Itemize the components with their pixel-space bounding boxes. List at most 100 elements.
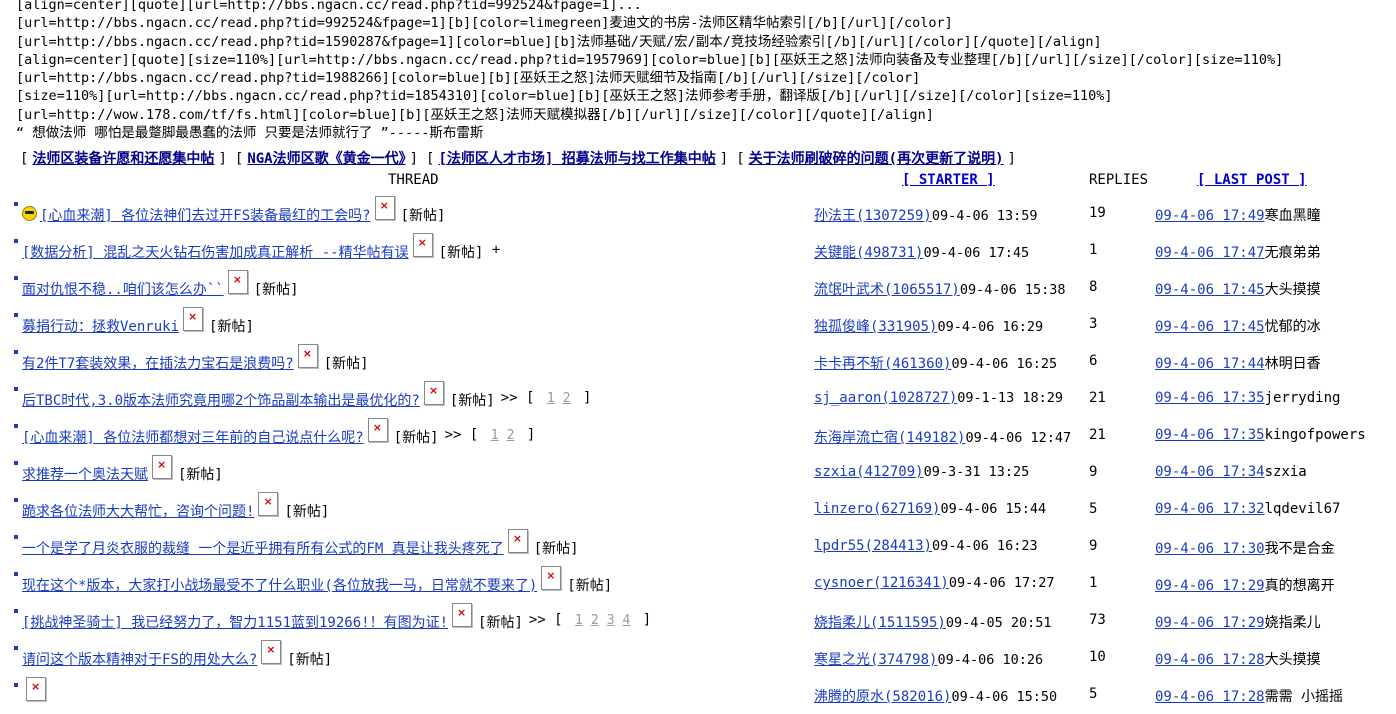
header-line: [align=center][quote][size=110%][url=htt… [16,51,1284,68]
start-date: 09-1-13 18:29 [957,390,1063,406]
page-link[interactable]: 2 [563,391,571,406]
thread-title-link[interactable]: 现在这个*版本，大家打小战场最受不了什么职业(各位放我一马，日常就不要来了) [22,575,537,595]
thread-row: 募捐行动：拯救Venruki [新帖] 独孤俊峰(331905)09-4-06 16… [0,307,1396,344]
thread-title-link[interactable]: 求推荐一个奥法天赋 [22,464,148,484]
page-link[interactable]: 1 [547,391,555,406]
starter-link[interactable]: 卡卡再不斩(461360) [814,356,951,372]
thread-title-link[interactable]: [心血来潮] 各位法神们去过开FS装备最红的工会吗? [40,205,371,225]
thread-title-link[interactable]: 跪求各位法师大大帮忙，咨询个问题! [22,501,254,521]
last-post-sort-link[interactable]: [ LAST POST ] [1197,172,1307,188]
last-post-link[interactable]: 09-4-06 17:35 [1155,390,1265,406]
page-link[interactable]: 1 [575,613,583,628]
start-date: 09-4-06 15:50 [951,689,1058,705]
starter-link[interactable]: linzero(627169) [814,501,940,517]
bracket-open: [ [426,151,435,167]
last-post-link[interactable]: 09-4-06 17:45 [1155,282,1265,298]
last-post-link[interactable]: 09-4-06 17:44 [1155,356,1265,372]
start-date: 09-4-06 12:47 [965,430,1072,446]
top-nav-link[interactable]: NGA法师区歌《黄金一代》 [247,151,405,167]
bbcode-header: [align=center][quote][url=http://bbs.nga… [16,0,1283,142]
starter-sort-link[interactable]: [ STARTER ] [902,172,995,188]
thread-cell: [心血来潮] 各位法神们去过开FS装备最红的工会吗? [新帖] [22,196,445,225]
starter-link[interactable]: 孙法王(1307259) [814,208,932,224]
top-nav-link[interactable]: 法师区装备许愿和还愿集中帖 [32,151,214,167]
thread-cell: 面对仇恨不稳..咱们该怎么办`` [新帖] [22,270,299,299]
thread-row: 现在这个*版本，大家打小战场最受不了什么职业(各位放我一马，日常就不要来了) [新… [0,566,1396,603]
new-post-tag: [新帖] [449,393,495,409]
last-post-link[interactable]: 09-4-06 17:47 [1155,245,1265,261]
top-nav-link[interactable]: [法师区人才市场] 招募法师与找工作集中帖 [438,151,715,167]
last-post-link[interactable]: 09-4-06 17:49 [1155,208,1265,224]
starter-cell: cysnoer(1216341)09-4-06 17:27 [814,575,1055,591]
starter-link[interactable]: 关键能(498731) [814,245,923,261]
broken-image-icon [507,529,528,553]
last-post-link[interactable]: 09-4-06 17:45 [1155,319,1265,335]
starter-link[interactable]: 沸腾的原水(582016) [814,689,951,705]
column-starter-header[interactable]: [ STARTER ] [902,172,995,188]
thread-title-link[interactable]: 一个是学了月炎衣服的裁缝 一个是近乎拥有所有公式的FM 真是让我头疼死了 [22,538,504,558]
thread-title-link[interactable]: 有2件T7套装效果，在插法力宝石是浪费吗? [22,353,294,373]
last-post-link[interactable]: 09-4-06 17:30 [1155,541,1265,557]
starter-link[interactable]: 寒星之光(374798) [814,652,937,668]
page-link[interactable]: 2 [591,613,599,628]
starter-cell: szxia(412709)09-3-31 13:25 [814,464,1029,480]
thread-title-link[interactable]: [心血来潮] 各位法师都想对三年前的自己说点什么呢? [22,427,364,447]
column-last-post-header[interactable]: [ LAST POST ] [1197,172,1307,188]
starter-link[interactable]: lpdr55(284413) [814,538,932,554]
starter-link[interactable]: 独孤俊峰(331905) [814,319,937,335]
top-nav-link[interactable]: 关于法师刷破碎的问题(再次更新了说明) [749,151,1004,167]
page-link[interactable]: 2 [507,428,515,443]
starter-link[interactable]: cysnoer(1216341) [814,575,949,591]
reply-count: 9 [1089,538,1098,554]
thread-row: 请问这个版本精神对于FS的用处大么?[新帖]寒星之光(374798)09-4-0… [0,640,1396,677]
reply-count: 3 [1089,316,1098,332]
start-date: 09-4-06 13:59 [931,208,1038,224]
last-post-cell: 09-4-06 17:29真的想离开 [1155,575,1335,595]
starter-link[interactable]: 流氓叶武术(1065517) [814,282,960,298]
last-post-user: szxia [1264,464,1307,480]
last-post-cell: 09-4-06 17:28需需 小摇摇 [1155,686,1343,706]
last-post-user: jerryding [1264,390,1341,406]
last-post-link[interactable]: 09-4-06 17:28 [1155,689,1265,705]
thread-cell: 现在这个*版本，大家打小战场最受不了什么职业(各位放我一马，日常就不要来了) [新… [22,566,612,595]
new-post-tag: [新帖] [253,282,299,298]
starter-link[interactable]: 娆指柔儿(1511595) [814,615,946,631]
thread-title-link[interactable]: [挑战神圣骑士] 我已经努力了，智力1151蓝到19266!！有图为证! [22,612,448,632]
header-line: “ 想做法师 哪怕是最蹩脚最愚蠢的法师 只要是法师就行了 ”-----斯布雷斯 [16,125,484,142]
last-post-user: 忧郁的冰 [1264,319,1321,335]
new-post-tag: [新帖] [478,615,523,631]
thread-cell: 跪求各位法师大大帮忙，咨询个问题! [新帖] [22,492,329,521]
start-date: 09-4-06 15:38 [959,282,1066,298]
thread-cell: 一个是学了月炎衣服的裁缝 一个是近乎拥有所有公式的FM 真是让我头疼死了 [新帖] [22,529,579,558]
thread-cell: [挑战神圣骑士] 我已经努力了，智力1151蓝到19266!！有图为证! [新帖]… [22,603,651,632]
last-post-cell: 09-4-06 17:30我不是合金 [1155,538,1335,558]
thread-title-link[interactable]: 募捐行动：拯救Venruki [22,316,179,336]
last-post-link[interactable]: 09-4-06 17:32 [1155,501,1265,517]
thread-title-link[interactable]: [数据分析] 混乱之天火钻石伤害加成真正解析 --精华帖有误 [22,242,409,262]
starter-cell: 孙法王(1307259)09-4-06 13:59 [814,205,1038,225]
bullet-icon [14,461,18,465]
starter-link[interactable]: sj_aaron(1028727) [814,390,957,406]
new-post-tag: [新帖] [178,467,223,483]
thread-row: 后TBC时代,3.0版本法师究竟用哪2个饰品副本输出是最优化的? [新帖] >> [… [0,381,1396,418]
thread-title-link[interactable]: 请问这个版本精神对于FS的用处大么? [22,649,257,669]
last-post-link[interactable]: 09-4-06 17:34 [1155,464,1265,480]
bullet-icon [14,239,18,243]
page-link[interactable]: 4 [623,613,631,628]
bracket-close: ] [409,151,419,167]
starter-link[interactable]: 东海岸流亡宿(149182) [814,430,965,446]
last-post-user: 需需 小摇摇 [1264,689,1344,705]
last-post-link[interactable]: 09-4-06 17:28 [1155,652,1265,668]
thread-title-link[interactable]: 后TBC时代,3.0版本法师究竟用哪2个饰品副本输出是最优化的? [22,390,420,410]
page-link[interactable]: 1 [491,428,499,443]
header-line: [url=http://bbs.ngacn.cc/read.php?tid=15… [16,33,1102,50]
reply-count: 1 [1089,242,1098,258]
last-post-link[interactable]: 09-4-06 17:29 [1155,578,1265,594]
thread-title-link[interactable]: 面对仇恨不稳..咱们该怎么办`` [22,279,224,299]
last-post-link[interactable]: 09-4-06 17:35 [1155,427,1265,443]
last-post-link[interactable]: 09-4-06 17:29 [1155,615,1265,631]
broken-image-icon [541,566,562,590]
starter-link[interactable]: szxia(412709) [814,464,924,480]
page-link[interactable]: 3 [607,613,615,628]
thread-row: 跪求各位法师大大帮忙，咨询个问题![新帖] linzero(627169) 09-4… [0,492,1396,529]
